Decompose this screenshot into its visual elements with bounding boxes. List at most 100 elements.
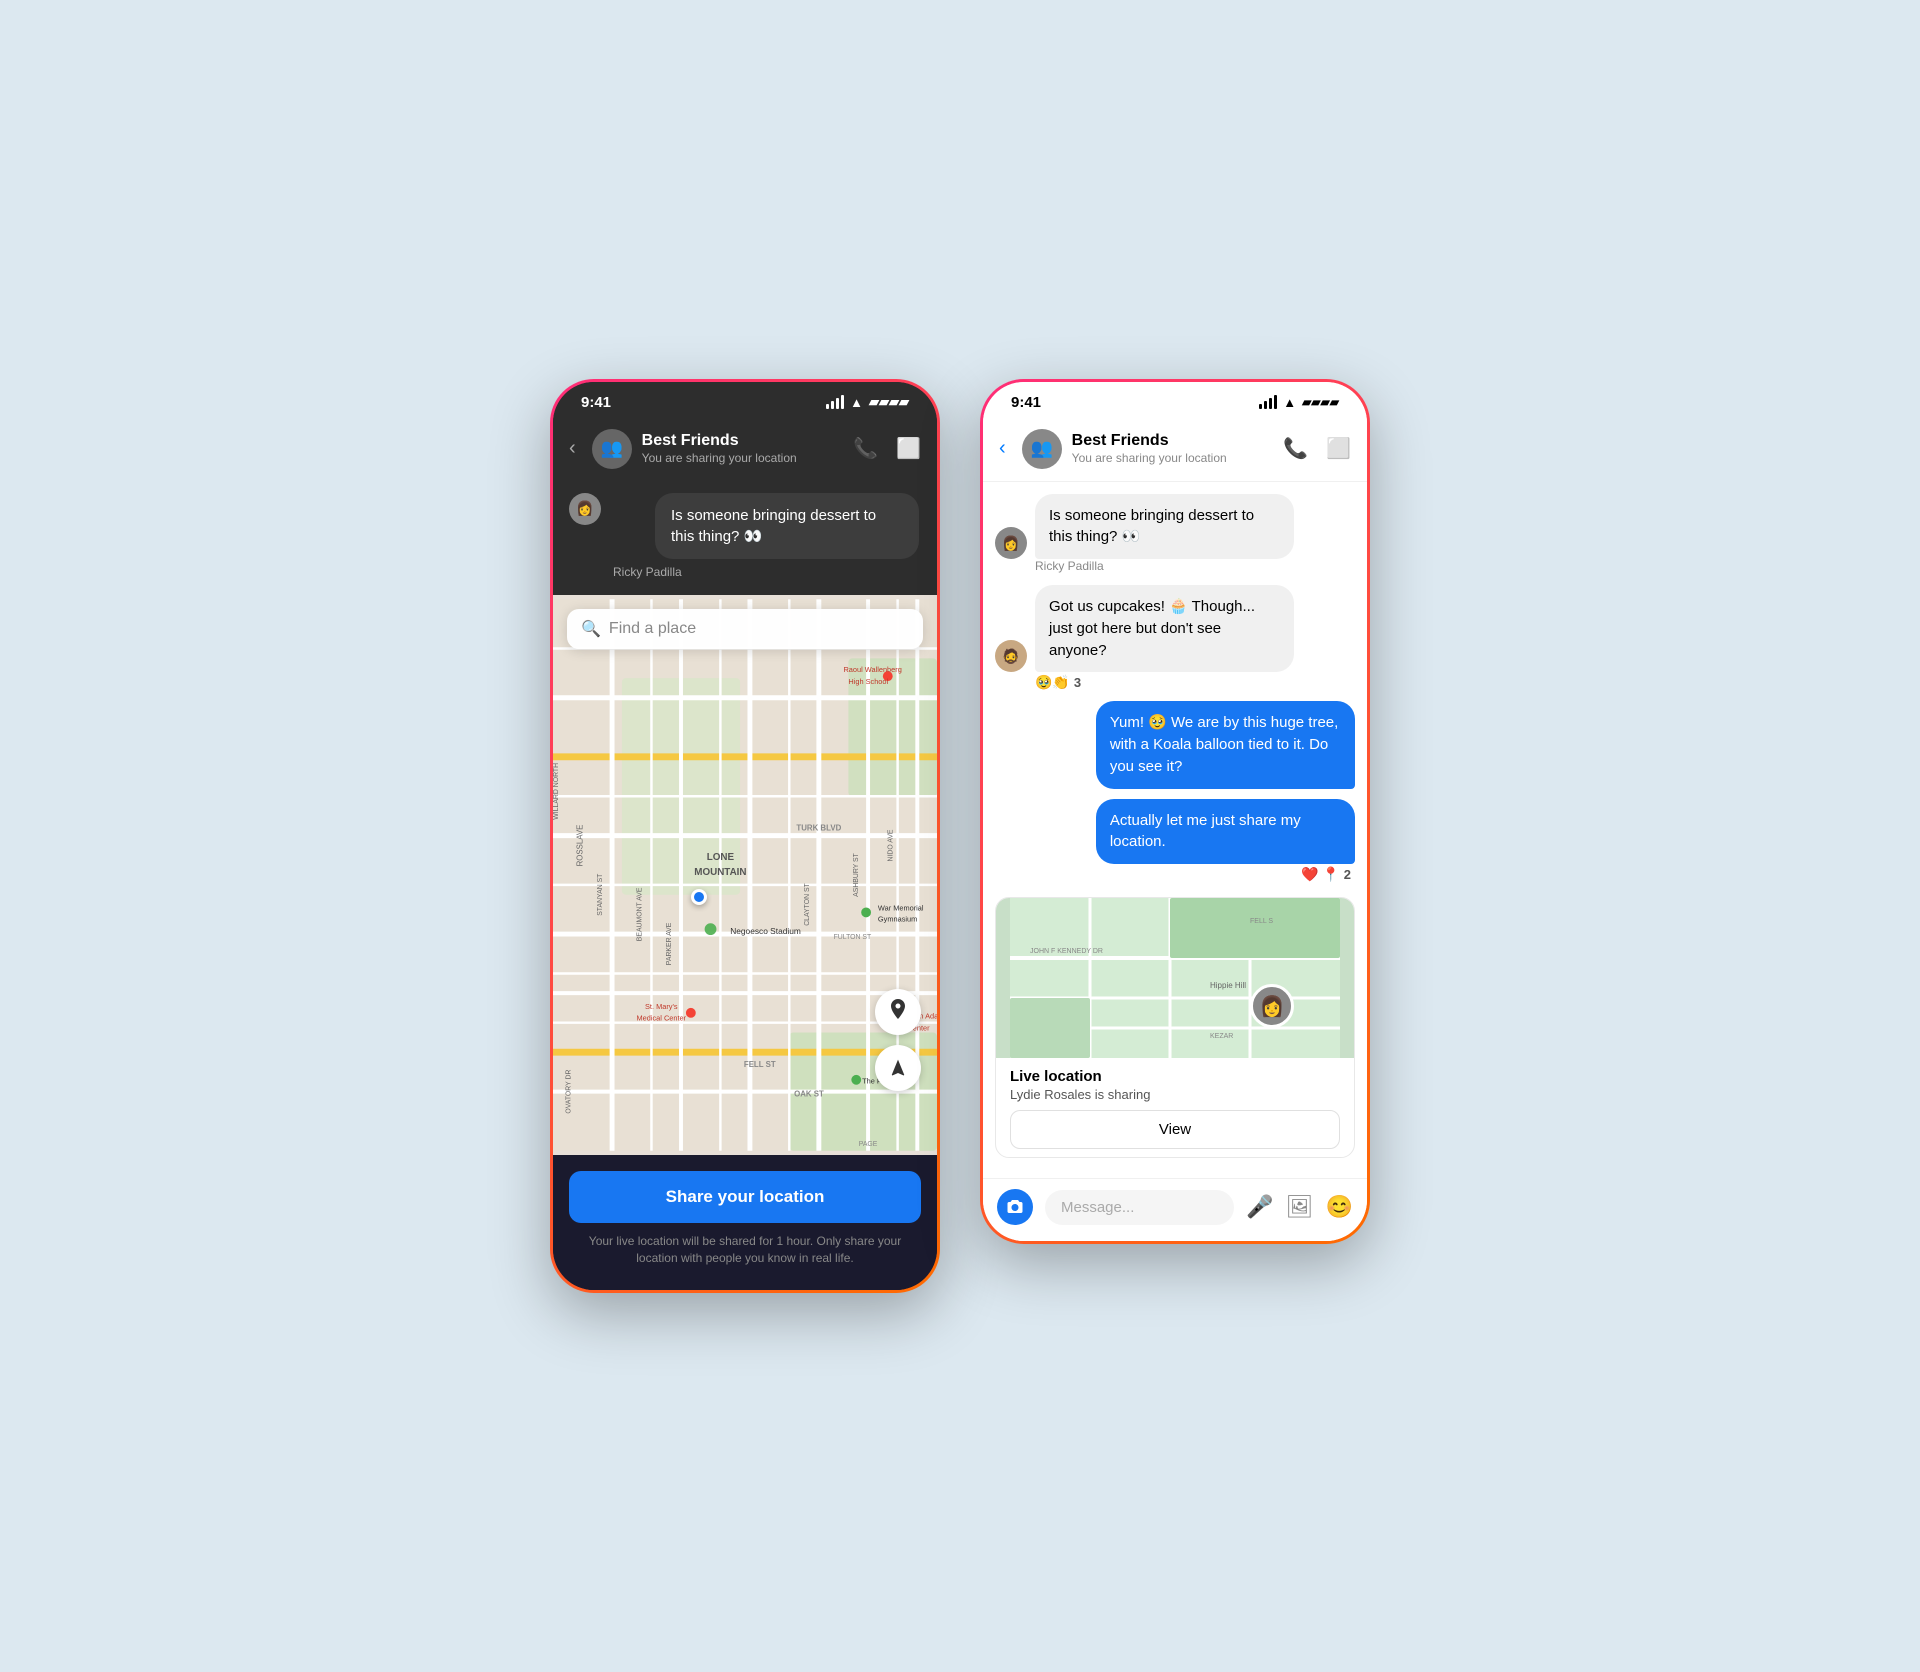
reactions-2: 🥹👏 3 bbox=[1035, 674, 1355, 691]
svg-text:BEAUMONT AVE: BEAUMONT AVE bbox=[637, 887, 644, 941]
camera-icon bbox=[1006, 1200, 1024, 1214]
battery-icon-right: ▰▰▰▰ bbox=[1302, 395, 1339, 409]
header-actions-left: 📞 ⬜ bbox=[853, 436, 921, 461]
svg-text:JOHN F KENNEDY DR: JOHN F KENNEDY DR bbox=[1030, 948, 1103, 955]
time-right: 9:41 bbox=[1011, 394, 1041, 411]
svg-text:MOUNTAIN: MOUNTAIN bbox=[694, 867, 746, 878]
svg-text:High School: High School bbox=[848, 677, 888, 686]
search-icon: 🔍 bbox=[581, 619, 601, 639]
svg-text:St. Mary's: St. Mary's bbox=[645, 1002, 678, 1011]
preview-sender-name: Ricky Padilla bbox=[613, 565, 921, 579]
reaction-count-4: 2 bbox=[1344, 867, 1351, 882]
status-bar-right: 9:41 ▲ ▰▰▰▰ bbox=[983, 382, 1367, 419]
chat-messages: 👩 Is someone bringing dessert to this th… bbox=[983, 482, 1367, 1179]
video-icon-left[interactable]: ⬜ bbox=[896, 436, 921, 461]
battery-icon-left: ▰▰▰▰ bbox=[869, 394, 909, 410]
map-user-avatar: 👩 bbox=[1250, 984, 1294, 1028]
svg-text:OVATORY DR: OVATORY DR bbox=[566, 1069, 573, 1113]
svg-text:KEZAR: KEZAR bbox=[1210, 1033, 1233, 1040]
message-placeholder: Message... bbox=[1061, 1199, 1134, 1216]
svg-text:FELL S: FELL S bbox=[1250, 918, 1273, 925]
svg-text:FULTON ST: FULTON ST bbox=[834, 934, 872, 941]
bubble-1: Is someone bringing dessert to this thin… bbox=[1035, 494, 1294, 560]
signal-icon-left bbox=[826, 395, 844, 409]
time-left: 9:41 bbox=[581, 394, 611, 411]
search-placeholder: Find a place bbox=[609, 620, 696, 638]
location-pin-button[interactable] bbox=[875, 989, 921, 1035]
reactions-4: ❤️ 📍 2 bbox=[995, 866, 1351, 883]
message-3: Yum! 🥹 We are by this huge tree, with a … bbox=[995, 701, 1355, 788]
svg-text:LONE: LONE bbox=[707, 852, 735, 863]
chat-preview-left: 👩 Is someone bringing dessert to this th… bbox=[553, 481, 937, 595]
sender-name-1: Ricky Padilla bbox=[1035, 559, 1355, 573]
photo-button[interactable]: 🖼 bbox=[1286, 1194, 1314, 1220]
call-icon-left[interactable]: 📞 bbox=[853, 436, 878, 461]
back-button-right[interactable]: ‹ bbox=[999, 433, 1012, 464]
video-icon-right[interactable]: ⬜ bbox=[1326, 436, 1351, 461]
svg-text:STANYAN ST: STANYAN ST bbox=[597, 873, 604, 916]
back-button-left[interactable]: ‹ bbox=[569, 433, 582, 464]
svg-text:NIDO AVE: NIDO AVE bbox=[888, 829, 895, 861]
call-icon-right[interactable]: 📞 bbox=[1283, 436, 1308, 461]
reaction-emoji-4: ❤️ 📍 bbox=[1301, 866, 1340, 883]
map-card-subtitle: Lydie Rosales is sharing bbox=[1010, 1087, 1340, 1102]
navigate-button[interactable] bbox=[875, 1045, 921, 1091]
mic-button[interactable]: 🎤 bbox=[1246, 1194, 1273, 1220]
location-dot bbox=[691, 889, 707, 905]
svg-text:FELL ST: FELL ST bbox=[744, 1060, 776, 1069]
svg-text:OAK ST: OAK ST bbox=[794, 1089, 824, 1098]
message-4: Actually let me just share my location. … bbox=[995, 799, 1355, 884]
phones-container: 9:41 ▲ ▰▰▰▰ ‹ 👥 Best Friends You are sha… bbox=[550, 379, 1370, 1294]
svg-text:Raoul Wallenberg: Raoul Wallenberg bbox=[843, 665, 901, 674]
map-card-image: JOHN F KENNEDY DR FELL S Hippie Hill KEZ… bbox=[996, 898, 1354, 1058]
map-card[interactable]: JOHN F KENNEDY DR FELL S Hippie Hill KEZ… bbox=[995, 897, 1355, 1158]
svg-text:Medical Center: Medical Center bbox=[637, 1013, 687, 1022]
avatar-1: 👩 bbox=[995, 527, 1027, 559]
avatar-2: 🧔 bbox=[995, 640, 1027, 672]
phone-left: 9:41 ▲ ▰▰▰▰ ‹ 👥 Best Friends You are sha… bbox=[550, 379, 940, 1294]
reaction-emoji-2: 🥹👏 bbox=[1035, 674, 1070, 691]
msg-row-2: 🧔 Got us cupcakes! 🧁 Though... just got … bbox=[995, 585, 1355, 672]
view-location-button[interactable]: View bbox=[1010, 1110, 1340, 1149]
bubble-2: Got us cupcakes! 🧁 Though... just got he… bbox=[1035, 585, 1294, 672]
header-subtitle-right: You are sharing your location bbox=[1072, 451, 1274, 465]
svg-text:ROSSLAVE: ROSSLAVE bbox=[576, 824, 585, 866]
svg-text:TURK BLVD: TURK BLVD bbox=[796, 823, 841, 832]
message-input[interactable]: Message... bbox=[1045, 1190, 1234, 1225]
share-disclaimer: Your live location will be shared for 1 … bbox=[569, 1233, 921, 1267]
header-actions-right: 📞 ⬜ bbox=[1283, 436, 1351, 461]
msg-row-3: Yum! 🥹 We are by this huge tree, with a … bbox=[995, 701, 1355, 788]
group-avatar-right: 👥 bbox=[1022, 429, 1062, 469]
svg-text:PAGE: PAGE bbox=[859, 1140, 878, 1147]
msg-row-1: 👩 Is someone bringing dessert to this th… bbox=[995, 494, 1355, 560]
preview-message-row: 👩 Is someone bringing dessert to this th… bbox=[569, 493, 921, 559]
svg-text:CLAYTON ST: CLAYTON ST bbox=[804, 882, 811, 925]
sticker-button[interactable]: 😊 bbox=[1326, 1194, 1353, 1220]
svg-text:WILLARD NORTH: WILLARD NORTH bbox=[553, 763, 560, 820]
map-card-info: Live location Lydie Rosales is sharing V… bbox=[996, 1058, 1354, 1157]
preview-bubble-text: Is someone bringing dessert to this thin… bbox=[671, 505, 903, 547]
preview-bubble: Is someone bringing dessert to this thin… bbox=[655, 493, 919, 559]
header-info-left: Best Friends You are sharing your locati… bbox=[642, 432, 844, 465]
status-bar-left: 9:41 ▲ ▰▰▰▰ bbox=[553, 382, 937, 419]
group-name-right: Best Friends bbox=[1072, 432, 1274, 450]
camera-button[interactable] bbox=[997, 1189, 1033, 1225]
share-location-button[interactable]: Share your location bbox=[569, 1171, 921, 1223]
signal-icon-right bbox=[1259, 395, 1277, 409]
message-1: 👩 Is someone bringing dessert to this th… bbox=[995, 494, 1355, 576]
svg-text:Gymnasium: Gymnasium bbox=[878, 914, 917, 923]
status-icons-right: ▲ ▰▰▰▰ bbox=[1259, 395, 1339, 410]
reaction-count-2: 3 bbox=[1074, 675, 1081, 690]
wifi-icon-left: ▲ bbox=[850, 395, 863, 410]
header-info-right: Best Friends You are sharing your locati… bbox=[1072, 432, 1274, 465]
msg-row-4: Actually let me just share my location. bbox=[995, 799, 1355, 865]
pin-icon bbox=[887, 999, 909, 1025]
map-search-bar[interactable]: 🔍 Find a place bbox=[567, 609, 923, 649]
bubble-4: Actually let me just share my location. bbox=[1096, 799, 1355, 865]
status-icons-left: ▲ ▰▰▰▰ bbox=[826, 394, 909, 410]
preview-sender-avatar: 👩 bbox=[569, 493, 601, 525]
message-2: 🧔 Got us cupcakes! 🧁 Though... just got … bbox=[995, 585, 1355, 691]
phone-right: 9:41 ▲ ▰▰▰▰ ‹ 👥 Best Friends You are sha… bbox=[980, 379, 1370, 1245]
svg-text:Negoesco Stadium: Negoesco Stadium bbox=[730, 926, 801, 936]
header-subtitle-left: You are sharing your location bbox=[642, 451, 844, 465]
